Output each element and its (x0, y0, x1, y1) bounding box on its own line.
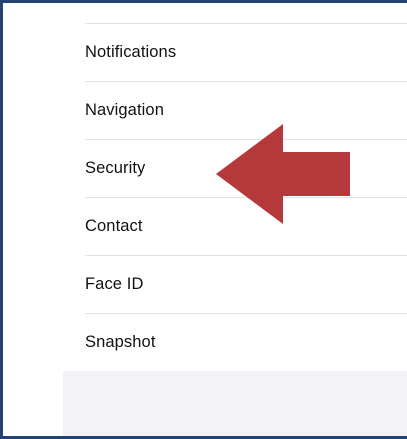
settings-row-label: Contact (85, 216, 143, 235)
top-strip (3, 3, 407, 23)
settings-row-label: Security (85, 158, 146, 177)
settings-row-label: Navigation (85, 100, 164, 119)
annotation-arrow-icon (216, 124, 350, 224)
settings-row-label: Face ID (85, 274, 144, 293)
settings-panel: Notifications Navigation Security Contac… (0, 0, 407, 439)
settings-row-notifications[interactable]: Notifications (3, 23, 407, 81)
settings-row-face-id[interactable]: Face ID (3, 255, 407, 313)
grouped-background-area (63, 371, 407, 436)
settings-row-snapshot[interactable]: Snapshot (3, 313, 407, 371)
settings-row-label: Notifications (85, 42, 177, 61)
settings-row-label: Snapshot (85, 332, 156, 351)
annotation-arrow-shape (216, 124, 350, 224)
